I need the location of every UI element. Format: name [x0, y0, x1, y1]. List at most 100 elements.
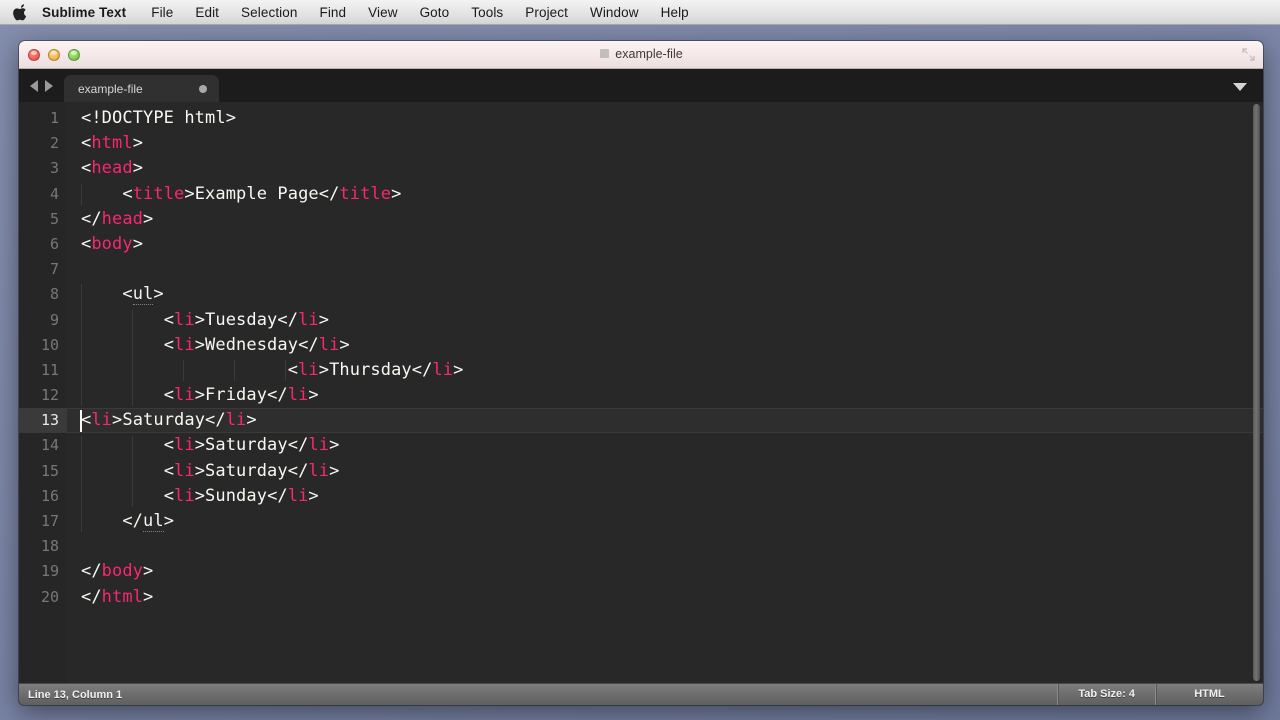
tabs-container: example-file	[64, 75, 219, 102]
code-line[interactable]: <body>	[67, 232, 1263, 257]
html-punctuation: >	[143, 209, 153, 229]
html-punctuation: >	[195, 486, 205, 506]
html-text: Example Page	[195, 184, 319, 204]
fullscreen-icon[interactable]	[1242, 48, 1255, 61]
html-punctuation: <	[164, 310, 174, 330]
code-line[interactable]	[67, 257, 1263, 282]
html-tag-name: html	[91, 133, 132, 153]
html-punctuation: >	[453, 360, 463, 380]
unsaved-changes-icon[interactable]	[199, 85, 207, 93]
html-punctuation: >	[112, 410, 122, 430]
html-punctuation: >	[133, 158, 143, 178]
line-number: 15	[19, 459, 67, 484]
menu-item-view[interactable]: View	[357, 0, 408, 25]
line-number: 16	[19, 484, 67, 509]
apple-logo-icon[interactable]	[10, 1, 30, 23]
html-punctuation: </	[288, 461, 309, 481]
html-tag-name: li	[432, 360, 453, 380]
code-line[interactable]: <!DOCTYPE html>	[67, 106, 1263, 131]
code-line[interactable]: <head>	[67, 156, 1263, 181]
indent-whitespace	[81, 284, 122, 304]
html-punctuation: <	[81, 158, 91, 178]
tab-navigation	[19, 80, 64, 102]
tab-size-status[interactable]: Tab Size: 4	[1057, 684, 1155, 705]
code-editor[interactable]: 1234567891011121314151617181920 <!DOCTYP…	[19, 102, 1263, 683]
html-punctuation: >	[133, 234, 143, 254]
sublime-text-window: example-file example-file 12345678910111…	[19, 41, 1263, 705]
html-tag-name: li	[174, 486, 195, 506]
menu-item-tools[interactable]: Tools	[460, 0, 514, 25]
code-line[interactable]: <li>Saturday</li>	[67, 433, 1263, 458]
indent-whitespace	[81, 435, 164, 455]
code-line[interactable]: <li>Saturday</li>	[67, 408, 1263, 433]
html-punctuation: <	[164, 385, 174, 405]
code-line[interactable]	[67, 534, 1263, 559]
html-punctuation: </	[81, 561, 102, 581]
menu-item-goto[interactable]: Goto	[409, 0, 461, 25]
zoom-button[interactable]	[68, 49, 80, 61]
indent-whitespace	[81, 461, 164, 481]
code-lines: <!DOCTYPE html><html><head> <title>Examp…	[67, 106, 1263, 610]
code-line[interactable]: </html>	[67, 585, 1263, 610]
menu-item-selection[interactable]: Selection	[230, 0, 308, 25]
menu-item-window[interactable]: Window	[579, 0, 650, 25]
desktop: Sublime TextFileEditSelectionFindViewGot…	[0, 0, 1280, 720]
code-line[interactable]: <li>Saturday</li>	[67, 459, 1263, 484]
editor-tab[interactable]: example-file	[64, 75, 219, 102]
line-number: 8	[19, 282, 67, 307]
vertical-scrollbar[interactable]	[1253, 104, 1260, 681]
code-line[interactable]: <title>Example Page</title>	[67, 182, 1263, 207]
document-icon	[599, 42, 610, 53]
chevron-right-icon[interactable]	[45, 80, 53, 92]
html-text: Saturday	[205, 435, 288, 455]
html-punctuation: >	[246, 410, 256, 430]
code-line[interactable]: </head>	[67, 207, 1263, 232]
html-tag-name: title	[133, 184, 185, 204]
menu-item-help[interactable]: Help	[650, 0, 700, 25]
code-line[interactable]: <li>Thursday</li>	[67, 358, 1263, 383]
line-number: 10	[19, 333, 67, 358]
syntax-status[interactable]: HTML	[1155, 684, 1263, 705]
indent-whitespace	[81, 184, 122, 204]
close-button[interactable]	[28, 49, 40, 61]
html-tag-name: html	[102, 587, 143, 607]
code-content[interactable]: <!DOCTYPE html><html><head> <title>Examp…	[67, 102, 1263, 683]
html-tag-name: body	[102, 561, 143, 581]
html-tag-name: li	[288, 385, 309, 405]
line-number: 4	[19, 182, 67, 207]
html-punctuation: <	[122, 184, 132, 204]
code-line[interactable]: <li>Sunday</li>	[67, 484, 1263, 509]
menu-item-find[interactable]: Find	[308, 0, 357, 25]
code-line[interactable]: <ul>	[67, 282, 1263, 307]
html-punctuation: </	[319, 184, 340, 204]
macos-menu-bar: Sublime TextFileEditSelectionFindViewGot…	[0, 0, 1280, 25]
chevron-down-icon[interactable]	[1233, 83, 1247, 91]
code-line[interactable]: <html>	[67, 131, 1263, 156]
code-line[interactable]: </ul>	[67, 509, 1263, 534]
line-number: 6	[19, 232, 67, 257]
line-number: 14	[19, 433, 67, 458]
minimize-button[interactable]	[48, 49, 60, 61]
code-line[interactable]: <li>Wednesday</li>	[67, 333, 1263, 358]
html-punctuation: </	[267, 385, 288, 405]
code-line[interactable]: <li>Tuesday</li>	[67, 308, 1263, 333]
menu-item-sublime-text[interactable]: Sublime Text	[38, 0, 140, 25]
html-punctuation: >	[195, 385, 205, 405]
code-line[interactable]: </body>	[67, 559, 1263, 584]
scrollbar-thumb[interactable]	[1253, 104, 1260, 681]
code-line[interactable]: <li>Friday</li>	[67, 383, 1263, 408]
html-tag-name: li	[308, 461, 329, 481]
html-punctuation: </	[81, 587, 102, 607]
html-tag-name: li	[288, 486, 309, 506]
chevron-left-icon[interactable]	[30, 80, 38, 92]
html-punctuation: >	[329, 461, 339, 481]
indent-whitespace	[81, 511, 122, 531]
html-punctuation: <	[164, 461, 174, 481]
menu-item-edit[interactable]: Edit	[184, 0, 230, 25]
menu-item-file[interactable]: File	[140, 0, 184, 25]
html-punctuation: >	[195, 335, 205, 355]
menu-item-project[interactable]: Project	[514, 0, 579, 25]
html-punctuation: >	[308, 486, 318, 506]
html-punctuation: >	[391, 184, 401, 204]
html-punctuation: >	[195, 461, 205, 481]
